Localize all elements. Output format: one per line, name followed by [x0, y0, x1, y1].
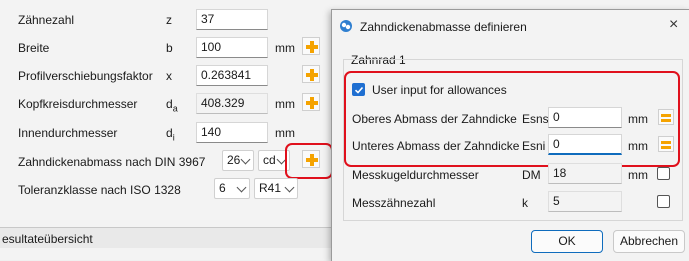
chevron-down-icon: [236, 182, 247, 193]
width-unit: mm: [275, 41, 295, 55]
teeth-input[interactable]: 37: [196, 9, 268, 30]
row-symbol-tip-diameter: da: [166, 97, 178, 114]
close-icon[interactable]: ×: [669, 16, 678, 34]
inner-diameter-unit: mm: [275, 126, 295, 140]
span-teeth-field: 5: [548, 191, 622, 212]
tolerance-grade-select[interactable]: 6: [214, 178, 250, 199]
upper-allowance-button[interactable]: [658, 109, 674, 125]
upper-allowance-input[interactable]: 0: [548, 107, 622, 128]
app-icon: [340, 20, 352, 32]
ball-diameter-symbol: DM: [522, 168, 541, 182]
row-label-inner-diameter: Innendurchmesser: [18, 126, 118, 140]
span-teeth-label: Messzähnezahl: [352, 196, 436, 210]
row-label-tolerance-class: Toleranzklasse nach ISO 1328: [18, 183, 181, 197]
ball-diameter-field: 18: [548, 163, 622, 184]
upper-allowance-label: Oberes Abmass der Zahndicke: [352, 112, 517, 126]
allowance-dialog: Zahndickenabmasse definieren × Zahnrad 1…: [331, 9, 689, 261]
row-symbol-teeth: z: [166, 13, 172, 27]
thickness-grade-select[interactable]: 26: [222, 150, 254, 171]
ok-button[interactable]: OK: [531, 230, 603, 253]
equals-icon: [661, 114, 671, 117]
span-teeth-symbol: k: [522, 196, 528, 210]
user-input-label: User input for allowances: [372, 83, 507, 97]
row-label-width: Breite: [18, 41, 50, 55]
profile-shift-plus-button[interactable]: [302, 65, 320, 83]
chevron-down-icon: [284, 182, 295, 193]
width-input[interactable]: 100: [196, 37, 268, 58]
cancel-button[interactable]: Abbrechen: [613, 230, 685, 253]
width-plus-button[interactable]: [302, 37, 320, 55]
inner-diameter-input[interactable]: 140: [196, 122, 268, 143]
lower-allowance-input[interactable]: 0: [548, 134, 622, 155]
lower-allowance-label: Unteres Abmass der Zahndicke: [352, 139, 520, 153]
lower-allowance-button[interactable]: [658, 136, 674, 152]
upper-allowance-symbol: Esns: [522, 112, 549, 126]
tip-diameter-unit: mm: [275, 97, 295, 111]
results-tab[interactable]: esultateübersicht: [0, 228, 331, 248]
row-label-thickness-allowance: Zahndickenabmass nach DIN 3967: [18, 155, 206, 169]
tip-diameter-plus-button[interactable]: [302, 93, 320, 111]
chevron-down-icon: [240, 154, 251, 165]
tolerance-series-select[interactable]: R41: [254, 178, 298, 199]
user-input-checkbox[interactable]: [352, 83, 365, 96]
ball-diameter-unit: mm: [628, 168, 648, 182]
row-label-teeth: Zähnezahl: [18, 13, 75, 27]
tip-diameter-field: 408.329: [196, 93, 268, 114]
dialog-title: Zahndickenabmasse definieren: [360, 20, 527, 34]
span-teeth-checkbox[interactable]: [657, 195, 670, 208]
results-tab-label: esultateübersicht: [2, 232, 93, 246]
lower-allowance-symbol: Esni: [522, 139, 546, 153]
ball-diameter-label: Messkugeldurchmesser: [352, 168, 479, 182]
row-label-profile-shift: Profilverschiebungsfaktor: [18, 69, 153, 83]
thickness-plus-button[interactable]: [302, 150, 320, 168]
row-symbol-width: b: [166, 41, 173, 55]
row-symbol-inner-diameter: di: [166, 126, 175, 143]
checkmark-icon: [354, 86, 364, 94]
lower-allowance-unit: mm: [628, 139, 648, 153]
profile-shift-input[interactable]: 0.263841: [196, 65, 268, 86]
ball-diameter-checkbox[interactable]: [657, 167, 670, 180]
row-symbol-profile-shift: x: [166, 69, 172, 83]
row-label-tip-diameter: Kopfkreisdurchmesser: [18, 97, 138, 111]
equals-icon: [661, 141, 671, 144]
upper-allowance-unit: mm: [628, 112, 648, 126]
